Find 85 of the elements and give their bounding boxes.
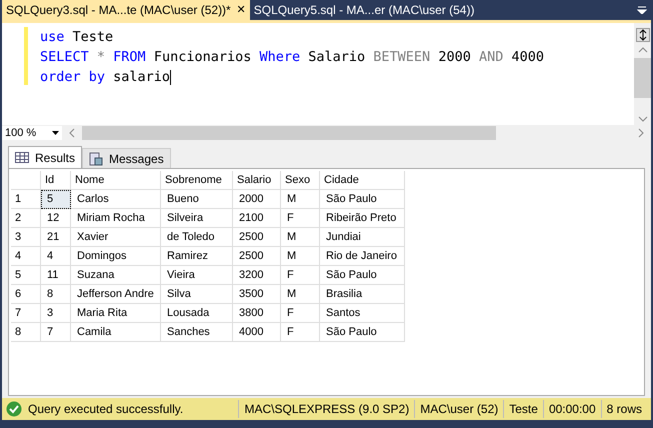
scroll-thumb[interactable] [634,58,651,98]
scroll-thumb[interactable] [82,126,496,140]
code-line: use Teste [40,28,114,47]
table-cell: 3500 [233,285,281,304]
table-cell: Silva [161,285,233,304]
column-header[interactable]: Sexo [281,171,320,190]
status-field: Teste [503,400,543,418]
table-cell: Vieira [161,266,233,285]
table-cell: F [281,266,320,285]
close-icon[interactable]: ✕ [236,2,246,18]
table-cell: São Paulo [320,190,405,209]
zoom-dropdown[interactable]: 100 % [2,126,62,140]
dropdown-icon[interactable] [637,6,647,14]
table-cell: Brasilia [320,285,405,304]
row-number: 8 [11,323,41,342]
table-cell: Rio de Janeiro [320,247,405,266]
status-field: MAC\SQLEXPRESS (9.0 SP2) [238,400,414,418]
table-cell: 4 [41,247,71,266]
table-cell: 2100 [233,209,281,228]
column-header[interactable]: Salario [233,171,281,190]
table-cell: Jundiai [320,228,405,247]
row-number: 4 [11,247,41,266]
table-cell: São Paulo [320,266,405,285]
document-tab[interactable]: SQLQuery5.sql - MA...er (MAC\user (54)) [250,0,478,20]
code-line: order by salario [40,68,172,87]
table-cell: Miriam Rocha [71,209,161,228]
status-field: 00:00:00 [542,400,601,418]
table-cell: Suzana [71,266,161,285]
document-tab[interactable]: SQLQuery3.sql - MA...te (MAC\user (52))* ✕ [2,0,250,20]
table-cell: Xavier [71,228,161,247]
table-cell: F [281,209,320,228]
status-field: MAC\user (52) [414,400,504,418]
table-cell: Maria Rita [71,304,161,323]
table-cell: M [281,190,320,209]
row-number: 3 [11,228,41,247]
table-cell: de Toledo [161,228,233,247]
column-header[interactable]: Cidade [320,171,405,190]
table-cell: F [281,304,320,323]
grid-icon [15,152,29,163]
vertical-scrollbar[interactable] [634,23,651,125]
table-cell: 2000 [233,190,281,209]
table-cell: São Paulo [320,323,405,342]
status-message: Query executed successfully. [28,401,184,418]
table-cell: M [281,285,320,304]
column-header[interactable]: Sobrenome [161,171,233,190]
table-cell: 8 [41,285,71,304]
table-cell: Sanches [161,323,233,342]
document-icon [89,152,104,166]
table-cell: Camila [71,323,161,342]
split-icon[interactable] [636,28,650,42]
table-cell: M [281,228,320,247]
row-number: 5 [11,266,41,285]
table-cell: Carlos [71,190,161,209]
table-cell: 3200 [233,266,281,285]
table-cell: 3800 [233,304,281,323]
result-tab[interactable]: Results [8,146,82,168]
result-tab[interactable]: Messages [82,148,171,168]
status-field: 8 rows [600,400,647,418]
check-icon [6,401,22,417]
table-cell: 5 [41,190,71,209]
row-number: 2 [11,209,41,228]
column-header[interactable]: Nome [71,171,161,190]
code-editor[interactable]: use Teste SELECT * FROM Funcionarios Where Salario BETWEEN 2000 AND 4000 order by salario [28,23,634,125]
table-cell: 4000 [233,323,281,342]
table-cell: 12 [41,209,71,228]
table-cell: 21 [41,228,71,247]
table-cell: Lousada [161,304,233,323]
table-cell: Ribeirão Preto [320,209,405,228]
caret-icon [52,131,59,135]
table-cell: Santos [320,304,405,323]
table-cell: Silveira [161,209,233,228]
table-cell: Ramirez [161,247,233,266]
table-cell: 7 [41,323,71,342]
table-cell: 11 [41,266,71,285]
table-cell: 2500 [233,228,281,247]
table-cell: 2500 [233,247,281,266]
table-cell: Domingos [71,247,161,266]
table-cell: Bueno [161,190,233,209]
code-line: SELECT * FROM Funcionarios Where Salario BETWEEN 2000 AND 4000 [40,48,545,67]
row-number: 6 [11,285,41,304]
table-cell: M [281,247,320,266]
table-cell: Jefferson Andre [71,285,161,304]
table-cell: F [281,323,320,342]
table-cell: 3 [41,304,71,323]
row-number: 7 [11,304,41,323]
